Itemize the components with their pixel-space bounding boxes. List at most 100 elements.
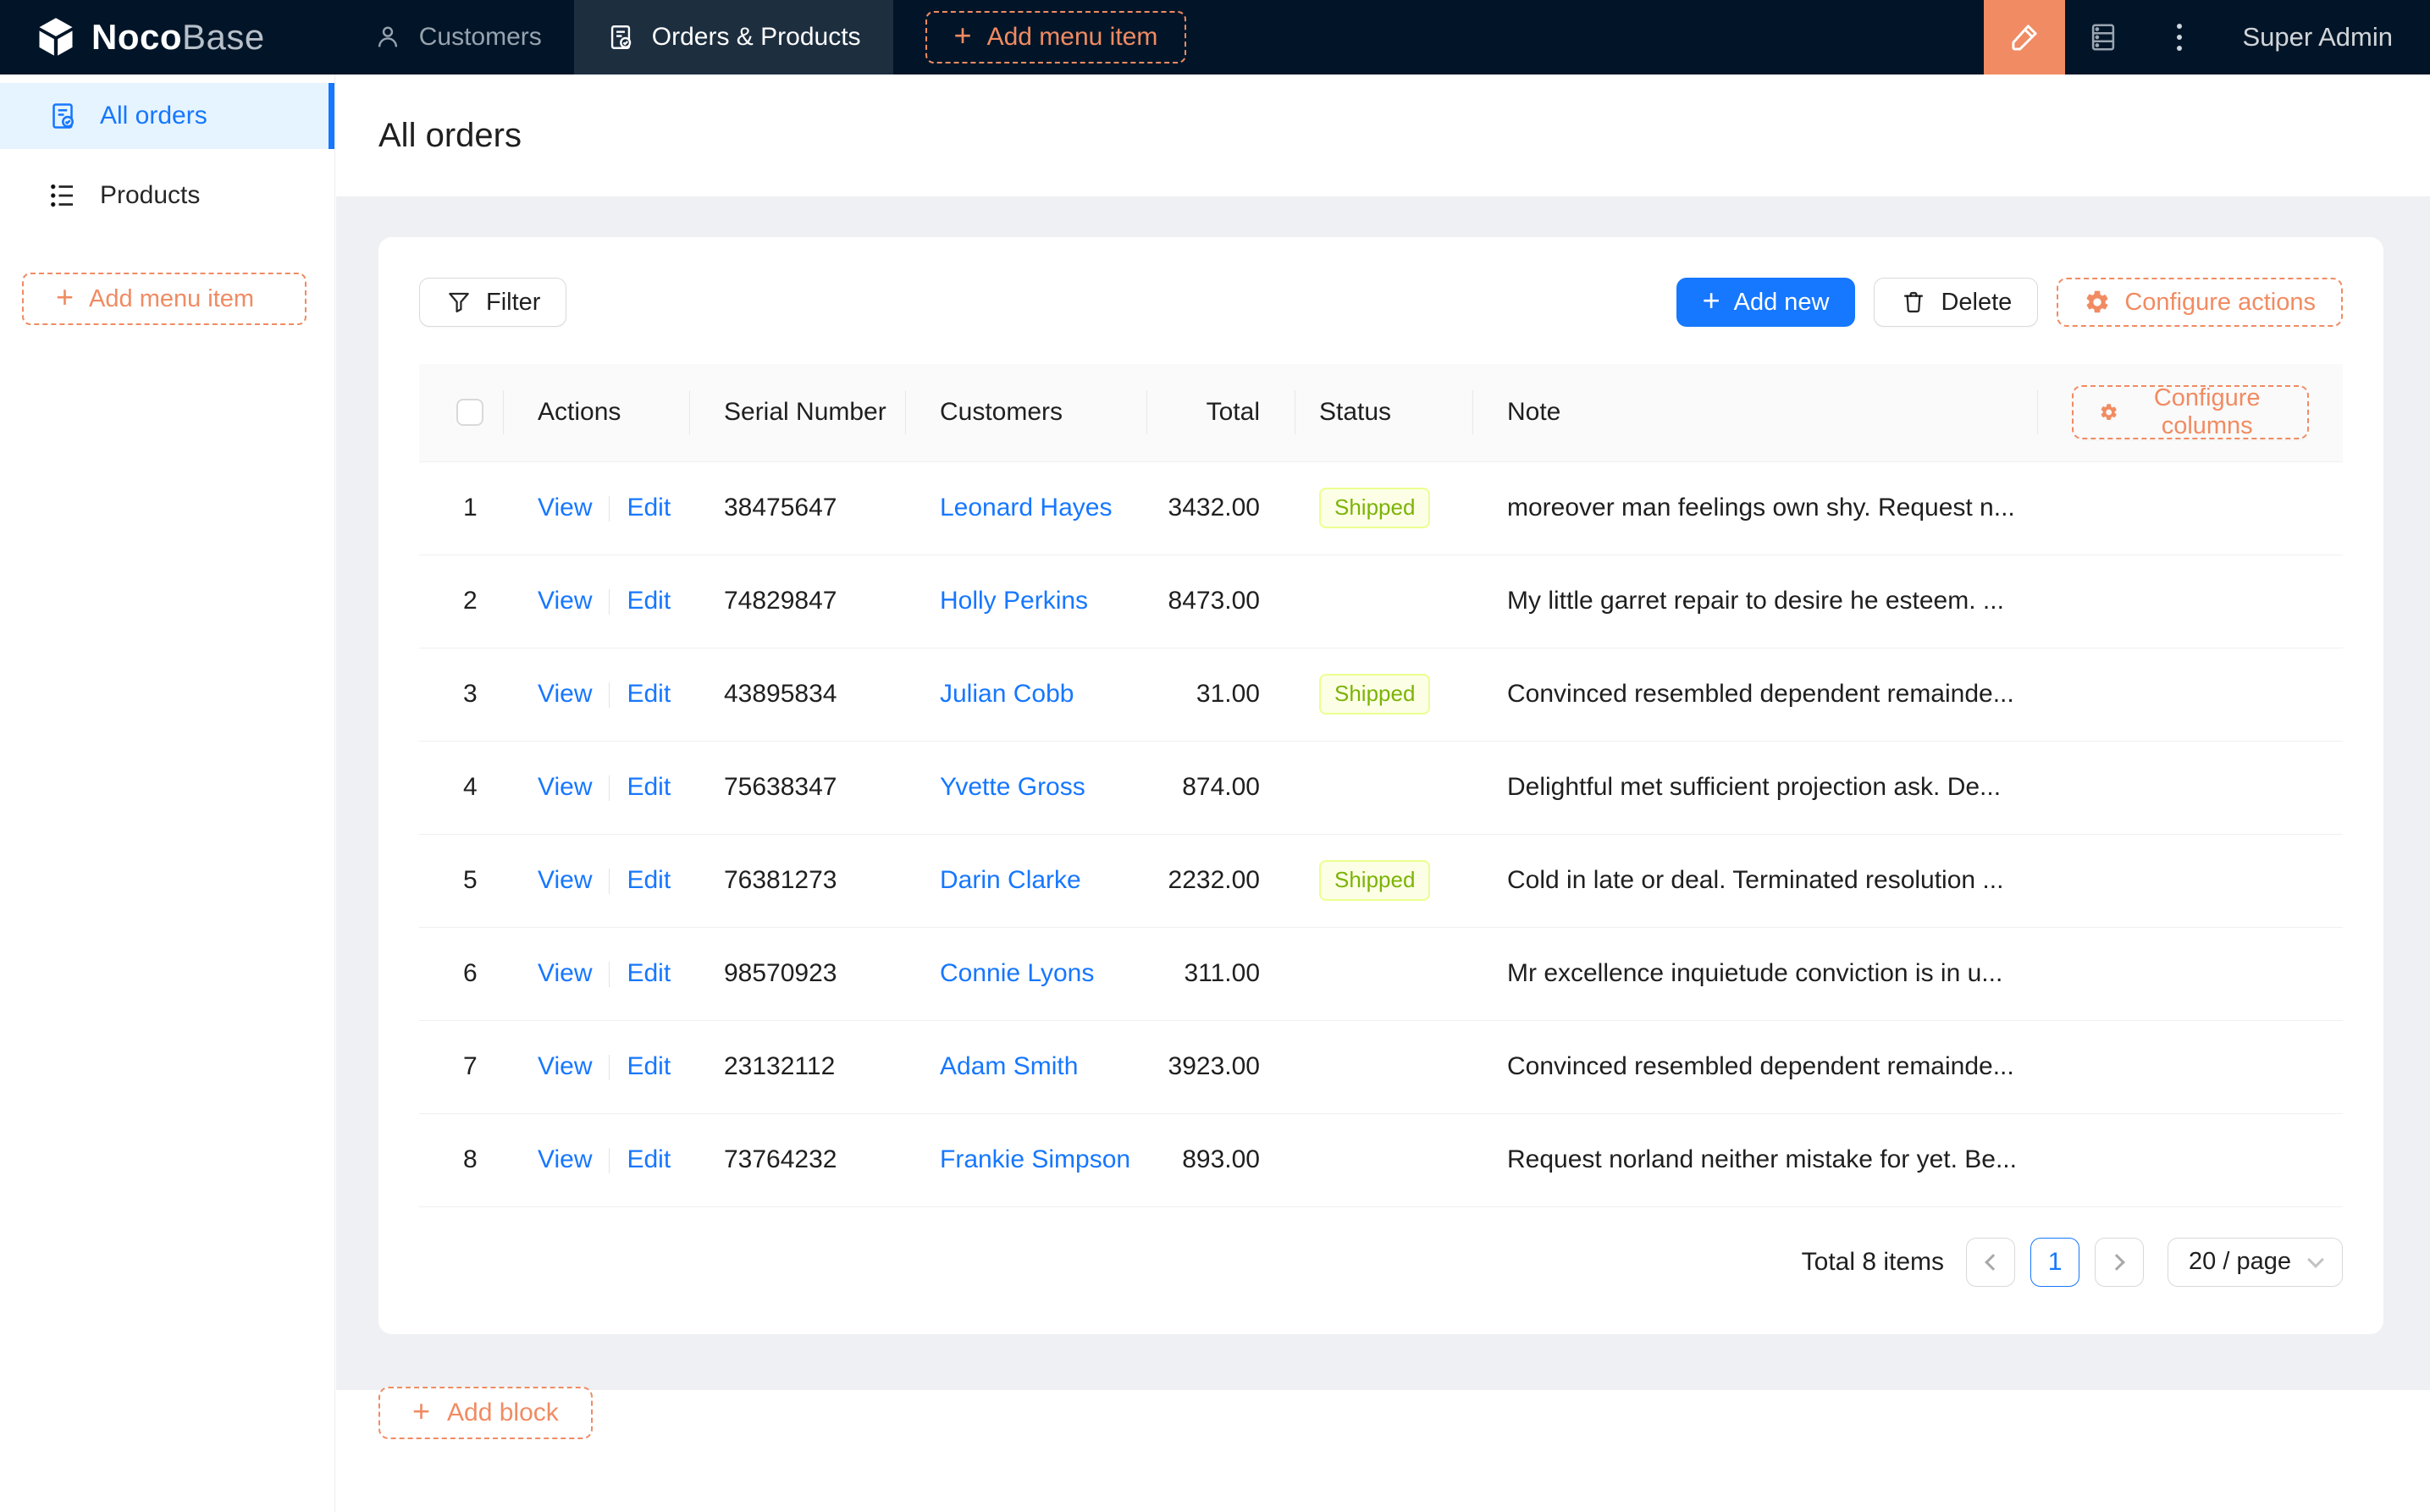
status-badge: Shipped: [1319, 674, 1431, 715]
serial-number-cell: 43895834: [690, 648, 906, 742]
customer-cell: Darin Clarke: [906, 834, 1147, 928]
customer-link[interactable]: Holly Perkins: [940, 587, 1088, 615]
nav-tab-customers[interactable]: Customers: [341, 0, 574, 74]
link-divider: [609, 869, 610, 895]
filter-button[interactable]: Filter: [419, 278, 567, 327]
customer-link[interactable]: Frankie Simpson: [940, 1145, 1130, 1173]
serial-number-cell: 74829847: [690, 555, 906, 648]
configure-actions-label: Configure actions: [2124, 288, 2316, 316]
plugin-settings-button[interactable]: [2065, 0, 2141, 74]
customer-link[interactable]: Darin Clarke: [940, 866, 1081, 894]
column-header-customers: Customers: [906, 364, 1147, 462]
cube-logo-icon: [39, 18, 73, 56]
edit-link[interactable]: Edit: [627, 587, 671, 615]
user-menu[interactable]: Super Admin: [2243, 22, 2394, 52]
chevron-down-icon: [2307, 1250, 2324, 1268]
nav-tab-label: Customers: [418, 23, 542, 51]
row-trailing-spacer: [2038, 648, 2343, 742]
row-actions: View Edit: [504, 1113, 690, 1207]
view-link[interactable]: View: [538, 680, 592, 708]
nocobase-logo[interactable]: NocoBase: [34, 0, 265, 74]
view-link[interactable]: View: [538, 587, 592, 615]
customer-link[interactable]: Julian Cobb: [940, 680, 1074, 708]
nav-tabs: Customers Orders & Products: [341, 0, 893, 74]
edit-link[interactable]: Edit: [627, 773, 671, 801]
filter-button-label: Filter: [486, 288, 541, 316]
nav-add-menu-item-button[interactable]: + Add menu item: [925, 11, 1187, 63]
sidebar-add-menu-item-button[interactable]: + Add menu item: [22, 273, 307, 325]
configure-actions-button[interactable]: Configure actions: [2057, 278, 2343, 327]
customer-link[interactable]: Connie Lyons: [940, 959, 1094, 987]
status-cell: [1295, 1020, 1473, 1114]
nav-tab-orders-products[interactable]: Orders & Products: [573, 0, 893, 74]
row-actions: View Edit: [504, 1020, 690, 1114]
row-trailing-spacer: [2038, 834, 2343, 928]
row-index: 8: [419, 1113, 504, 1207]
customer-link[interactable]: Yvette Gross: [940, 773, 1085, 801]
orders-table: Actions Serial Number Customers Total St…: [419, 364, 2343, 1207]
row-index: 7: [419, 1020, 504, 1114]
edit-link[interactable]: Edit: [627, 959, 671, 987]
select-all-checkbox[interactable]: [456, 399, 483, 427]
more-actions-button[interactable]: [2141, 0, 2217, 74]
row-index: 2: [419, 555, 504, 648]
total-cell: 893.00: [1147, 1113, 1295, 1207]
ui-editor-button[interactable]: [1983, 0, 2065, 74]
pagination-next-button[interactable]: [2095, 1237, 2145, 1287]
plus-icon: +: [1702, 283, 1720, 317]
edit-link[interactable]: Edit: [627, 1145, 671, 1173]
column-header-status: Status: [1295, 364, 1473, 462]
view-link[interactable]: View: [538, 1145, 592, 1173]
serial-number-cell: 73764232: [690, 1113, 906, 1207]
status-cell: [1295, 555, 1473, 648]
customer-link[interactable]: Adam Smith: [940, 1052, 1078, 1080]
main-area: All orders Filter + Add new Delete Confi…: [336, 74, 2430, 1512]
status-cell: Shipped: [1295, 461, 1473, 555]
serial-number-cell: 98570923: [690, 927, 906, 1021]
customer-cell: Yvette Gross: [906, 741, 1147, 835]
sidebar-item-all-orders[interactable]: All orders: [0, 83, 334, 149]
edit-link[interactable]: Edit: [627, 680, 671, 708]
customer-link[interactable]: Leonard Hayes: [940, 494, 1112, 521]
document-check-icon: [52, 103, 74, 129]
nav-add-menu-item-label: Add menu item: [986, 23, 1158, 51]
sidebar-item-products[interactable]: Products: [0, 163, 334, 229]
brand-name: NocoBase: [91, 17, 265, 58]
edit-link[interactable]: Edit: [627, 866, 671, 894]
page-header: All orders: [336, 74, 2430, 196]
row-actions: View Edit: [504, 927, 690, 1021]
status-badge: Shipped: [1319, 860, 1431, 901]
view-link[interactable]: View: [538, 1052, 592, 1080]
pagination-prev-button[interactable]: [1966, 1237, 2016, 1287]
row-actions: View Edit: [504, 648, 690, 742]
edit-link[interactable]: Edit: [627, 494, 671, 521]
link-divider: [609, 589, 610, 615]
view-link[interactable]: View: [538, 494, 592, 521]
document-check-icon: [610, 25, 632, 49]
serial-number-cell: 75638347: [690, 741, 906, 835]
note-cell: moreover man feelings own shy. Request n…: [1473, 461, 2038, 555]
add-new-button[interactable]: + Add new: [1676, 278, 1856, 327]
customer-cell: Connie Lyons: [906, 927, 1147, 1021]
row-trailing-spacer: [2038, 555, 2343, 648]
column-header-serial-number: Serial Number: [690, 364, 906, 462]
view-link[interactable]: View: [538, 959, 592, 987]
customer-cell: Leonard Hayes: [906, 461, 1147, 555]
view-link[interactable]: View: [538, 773, 592, 801]
table-row: 6 View Edit 98570923 Connie Lyons 311.00 Mr ex…: [419, 927, 2343, 1021]
gear-icon: [2101, 404, 2117, 421]
row-trailing-spacer: [2038, 927, 2343, 1021]
add-block-button[interactable]: + Add block: [378, 1386, 593, 1439]
view-link[interactable]: View: [538, 866, 592, 894]
note-cell: Convinced resembled dependent remainde..…: [1473, 1020, 2038, 1114]
trash-icon: [1904, 291, 1924, 313]
pagination-page-1[interactable]: 1: [2030, 1237, 2080, 1287]
edit-link[interactable]: Edit: [627, 1052, 671, 1080]
page-size-select[interactable]: 20 / page: [2168, 1237, 2343, 1287]
row-trailing-spacer: [2038, 461, 2343, 555]
row-trailing-spacer: [2038, 741, 2343, 835]
total-cell: 8473.00: [1147, 555, 1295, 648]
configure-columns-button[interactable]: Configure columns: [2072, 384, 2309, 440]
brand-name-bold: Noco: [91, 17, 182, 57]
delete-button[interactable]: Delete: [1874, 278, 2039, 327]
